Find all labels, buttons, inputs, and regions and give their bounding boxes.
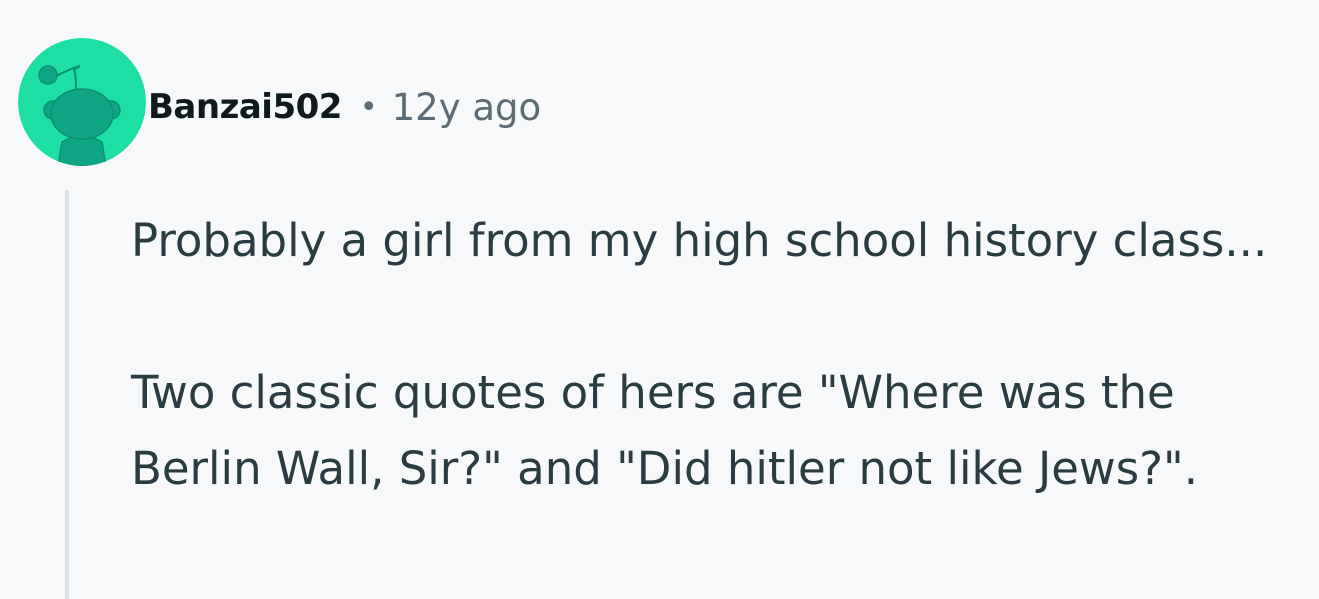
comment: Banzai502 • 12y ago Probably a girl from… (0, 0, 1319, 599)
comment-body: Probably a girl from my high school hist… (131, 203, 1306, 507)
author-username[interactable]: Banzai502 (148, 87, 342, 127)
user-avatar[interactable] (18, 38, 146, 166)
comment-paragraph: Probably a girl from my high school hist… (131, 214, 1268, 267)
meta-separator: • (359, 89, 378, 125)
reddit-snoo-avatar-icon (18, 38, 146, 166)
thread-collapse-line[interactable] (65, 190, 69, 599)
comment-timestamp[interactable]: 12y ago (392, 86, 542, 129)
comment-meta: Banzai502 • 12y ago (148, 80, 541, 134)
comment-paragraph: Two classic quotes of hers are "Where wa… (131, 366, 1199, 495)
